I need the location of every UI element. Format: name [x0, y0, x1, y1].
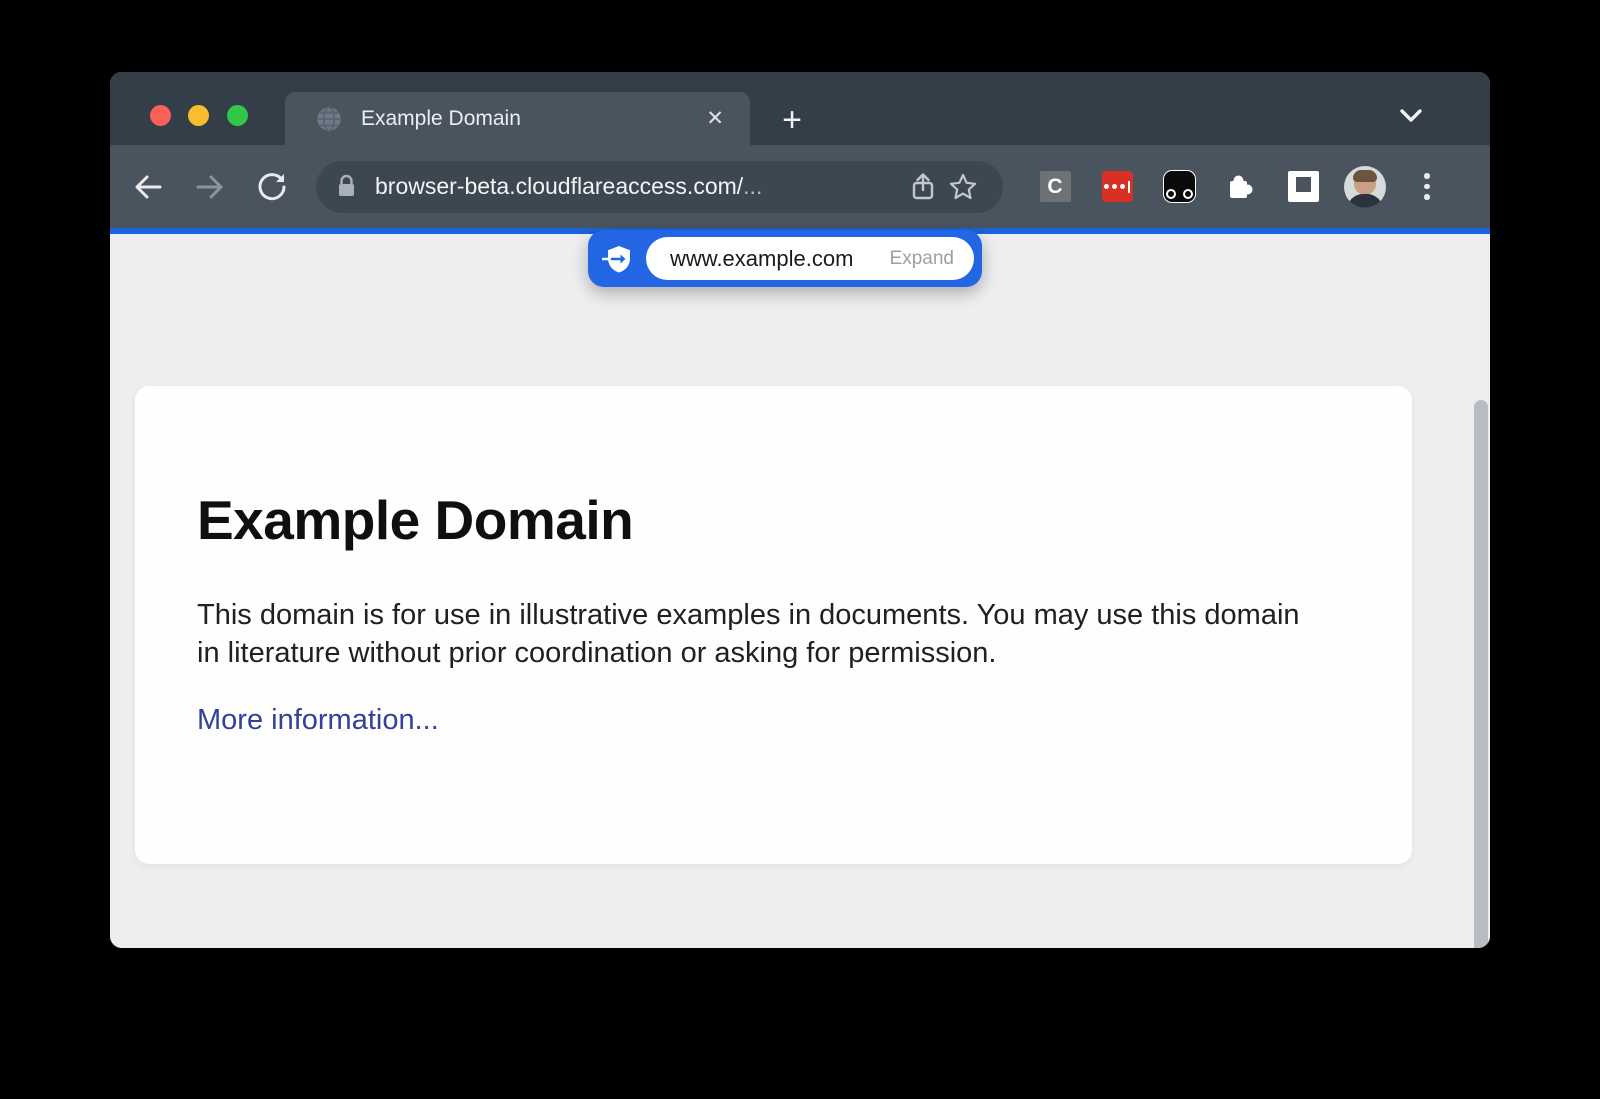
extension-goggles-button[interactable] [1155, 163, 1203, 211]
browser-window: Example Domain ✕ + [110, 72, 1490, 948]
toolbar: browser-beta.cloudflareaccess.com/... C [110, 145, 1490, 228]
expand-button[interactable]: Expand [890, 248, 954, 270]
three-dot-menu-icon [1424, 173, 1430, 200]
isolation-url-field[interactable]: www.example.com Expand [646, 237, 974, 280]
scrollbar-thumb[interactable] [1474, 400, 1488, 948]
shield-arrow-icon [602, 242, 636, 276]
tab-title: Example Domain [361, 107, 698, 131]
close-window-button[interactable] [150, 105, 171, 126]
fullscreen-window-button[interactable] [227, 105, 248, 126]
back-arrow-icon [133, 174, 163, 200]
back-button[interactable] [126, 165, 170, 209]
forward-arrow-icon [195, 174, 225, 200]
url-suffix: ... [743, 173, 762, 199]
page-paragraph: This domain is for use in illustrative e… [197, 596, 1322, 672]
close-tab-icon[interactable]: ✕ [698, 104, 732, 133]
share-icon [910, 172, 936, 202]
isolation-url-pill: www.example.com Expand [588, 230, 982, 287]
puzzle-piece-icon [1225, 171, 1257, 203]
lastpass-dots-icon [1102, 171, 1133, 202]
example-domain-card: Example Domain This domain is for use in… [135, 386, 1412, 864]
frame-icon [1288, 171, 1319, 202]
goggles-icon [1163, 170, 1196, 203]
tab-strip: Example Domain ✕ + [110, 72, 1490, 145]
url-main: browser-beta.cloudflareaccess.com/ [375, 173, 743, 199]
extensions-menu-button[interactable] [1217, 163, 1265, 211]
extensions-area: C [1017, 163, 1451, 211]
share-button[interactable] [903, 167, 943, 207]
minimize-window-button[interactable] [188, 105, 209, 126]
browser-menu-button[interactable] [1403, 163, 1451, 211]
bookmark-button[interactable] [943, 167, 983, 207]
tab-example-domain[interactable]: Example Domain ✕ [285, 92, 750, 145]
globe-favicon-icon [315, 105, 343, 133]
extension-c-button[interactable]: C [1031, 163, 1079, 211]
address-bar[interactable]: browser-beta.cloudflareaccess.com/... [316, 161, 1003, 213]
avatar [1344, 166, 1386, 208]
extension-lastpass-button[interactable] [1093, 163, 1141, 211]
side-panel-button[interactable] [1279, 163, 1327, 211]
page-title: Example Domain [197, 488, 1322, 552]
new-tab-button[interactable]: + [772, 100, 812, 140]
forward-button[interactable] [188, 165, 232, 209]
isolated-url-text: www.example.com [670, 246, 890, 272]
reload-button[interactable] [250, 165, 294, 209]
url-text: browser-beta.cloudflareaccess.com/... [375, 173, 903, 200]
lock-icon [336, 174, 357, 200]
profile-button[interactable] [1341, 163, 1389, 211]
star-icon [948, 172, 978, 202]
tab-search-chevron-icon[interactable] [1398, 108, 1424, 124]
more-information-link[interactable]: More information... [197, 704, 439, 737]
c-extension-icon: C [1040, 171, 1071, 202]
page-viewport: www.example.com Expand Example Domain Th… [110, 234, 1490, 948]
reload-icon [257, 172, 287, 202]
